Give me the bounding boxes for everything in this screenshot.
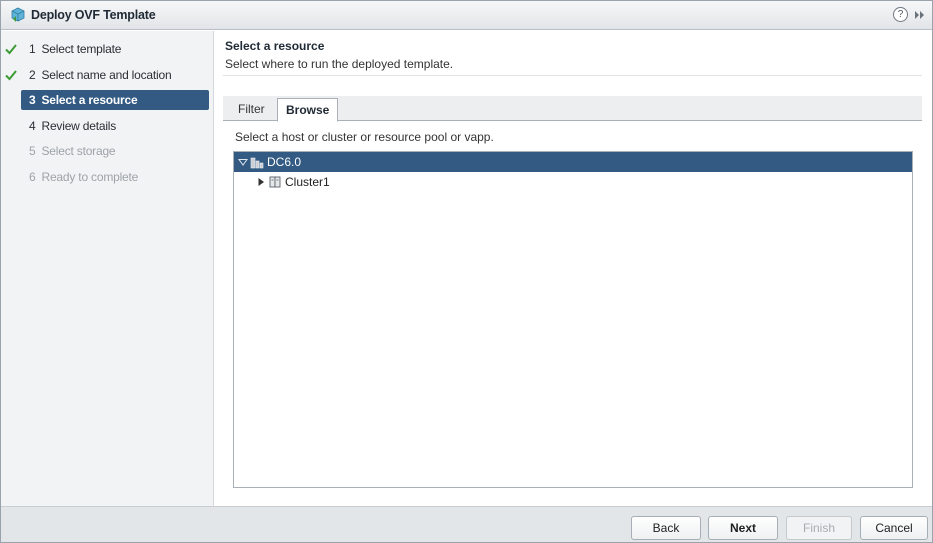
wizard-content: Select a resource Select where to run th… [215, 31, 932, 506]
step-ready-to-complete: 6 Ready to complete [21, 167, 209, 187]
step-label: Select template [41, 42, 122, 56]
tab-filter[interactable]: Filter [230, 98, 273, 121]
tree-node-label: DC6.0 [267, 155, 302, 169]
step-select-name-location[interactable]: 2 Select name and location [21, 65, 209, 85]
step-number: 4 [29, 119, 36, 133]
tree-node-dc[interactable]: DC6.0 [234, 152, 912, 172]
ovf-template-icon [11, 7, 25, 22]
cluster-icon [269, 176, 281, 188]
divider [223, 75, 922, 76]
tab-bar: Filter Browse [223, 96, 922, 122]
tab-browse[interactable]: Browse [277, 98, 339, 122]
title-bar: Deploy OVF Template ? [1, 1, 932, 30]
step-number: 6 [29, 170, 36, 184]
window-title: Deploy OVF Template [31, 8, 156, 22]
button-bar: Back Next Finish Cancel [1, 506, 932, 542]
page-title: Select a resource [225, 39, 325, 53]
step-select-storage: 5 Select storage [21, 141, 209, 161]
step-number: 1 [29, 42, 36, 56]
step-select-resource[interactable]: 3 Select a resource [21, 90, 209, 110]
next-button[interactable]: Next [708, 516, 778, 540]
instruction-text: Select a host or cluster or resource poo… [235, 130, 494, 144]
step-review-details[interactable]: 4 Review details [21, 116, 209, 136]
double-chevron-right-icon[interactable] [914, 9, 926, 21]
step-label: Review details [41, 119, 117, 133]
step-label: Select storage [41, 144, 116, 158]
deploy-ovf-dialog: Deploy OVF Template ? 1 Select template … [0, 0, 933, 543]
step-label: Select a resource [41, 93, 138, 107]
step-label: Ready to complete [41, 170, 139, 184]
tree-node-label: Cluster1 [285, 175, 330, 189]
cancel-button[interactable]: Cancel [860, 516, 928, 540]
page-subtitle: Select where to run the deployed templat… [225, 57, 454, 71]
tree-node-cluster[interactable]: Cluster1 [234, 172, 912, 192]
expanded-triangle-icon[interactable] [238, 157, 248, 167]
step-number: 2 [29, 68, 36, 82]
check-icon [5, 70, 17, 81]
step-number: 3 [29, 93, 36, 107]
datacenter-icon [250, 157, 264, 169]
back-button[interactable]: Back [631, 516, 701, 540]
wizard-steps: 1 Select template 2 Select name and loca… [1, 31, 214, 506]
finish-button: Finish [786, 516, 852, 540]
check-icon [5, 44, 17, 55]
resource-tree: DC6.0 Cluster1 [233, 151, 913, 488]
step-select-template[interactable]: 1 Select template [21, 39, 209, 59]
step-number: 5 [29, 144, 36, 158]
help-icon[interactable]: ? [893, 7, 908, 22]
step-label: Select name and location [41, 68, 172, 82]
collapsed-triangle-icon[interactable] [256, 177, 266, 187]
